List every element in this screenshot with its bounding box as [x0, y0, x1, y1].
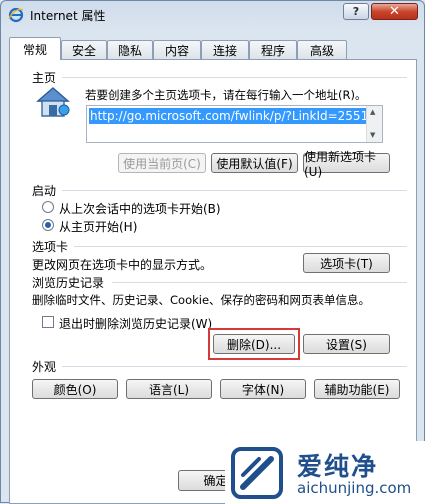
- home-url-textarea[interactable]: http://go.microsoft.com/fwlink/p/?LinkId…: [86, 105, 383, 143]
- tab-programs[interactable]: 程序: [249, 40, 297, 59]
- home-divider: [62, 77, 407, 78]
- home-house-icon: [36, 87, 70, 117]
- title-bar[interactable]: Internet 属性 ? ✕: [1, 1, 424, 29]
- history-settings-button[interactable]: 设置(S): [303, 334, 390, 354]
- use-default-button[interactable]: 使用默认值(F): [211, 153, 298, 173]
- colors-button[interactable]: 颜色(O): [32, 379, 118, 399]
- scroll-down-icon[interactable]: ▼: [370, 131, 375, 139]
- internet-options-window: Internet 属性 ? ✕ 常规 安全 隐私 内容 连接 程序 高级 主页 …: [0, 0, 425, 504]
- languages-button[interactable]: 语言(L): [126, 379, 212, 399]
- tab-connections[interactable]: 连接: [201, 40, 249, 59]
- tab-privacy[interactable]: 隐私: [107, 40, 153, 59]
- startup-divider: [62, 190, 407, 191]
- fonts-button[interactable]: 字体(N): [220, 379, 306, 399]
- watermark-logo: 爱纯净 aichunjing.com: [225, 441, 425, 504]
- home-group-label: 主页: [32, 71, 57, 85]
- brand-logo-icon: [231, 447, 283, 499]
- startup-home-label[interactable]: 从主页开始(H): [59, 218, 137, 235]
- tabs-settings-button[interactable]: 选项卡(T): [303, 253, 390, 273]
- brand-name-en: aichunjing.com: [297, 479, 412, 497]
- internet-explorer-icon: [8, 7, 24, 23]
- startup-last-session-label[interactable]: 从上次会话中的选项卡开始(B): [59, 200, 221, 217]
- history-divider: [112, 282, 407, 283]
- use-new-tab-button[interactable]: 使用新选项卡(U): [303, 150, 390, 179]
- history-group-label: 浏览历史记录: [32, 276, 105, 290]
- home-description: 若要创建多个主页选项卡，请在每行输入一个地址(R)。: [85, 88, 367, 102]
- delete-on-exit-label[interactable]: 退出时删除浏览历史记录(W): [59, 315, 212, 332]
- help-icon: ?: [352, 5, 360, 18]
- tabs-group-label: 选项卡: [32, 240, 69, 254]
- close-button[interactable]: ✕: [371, 3, 418, 20]
- delete-on-exit-checkbox[interactable]: [42, 316, 54, 328]
- history-description: 删除临时文件、历史记录、Cookie、保存的密码和网页表单信息。: [32, 293, 371, 307]
- general-panel: 主页 若要创建多个主页选项卡，请在每行输入一个地址(R)。 http://go.…: [9, 59, 417, 504]
- close-icon: ✕: [389, 4, 400, 19]
- tab-strip: 常规 安全 隐私 内容 连接 程序 高级: [9, 37, 417, 60]
- window-title: Internet 属性: [30, 9, 106, 23]
- tab-security[interactable]: 安全: [61, 40, 107, 59]
- appearance-group-label: 外观: [32, 360, 57, 374]
- help-button[interactable]: ?: [343, 3, 369, 20]
- home-url-scrollbar[interactable]: ▲ ▼: [366, 106, 382, 142]
- brand-name-cn: 爱纯净: [297, 452, 379, 481]
- tab-content[interactable]: 内容: [153, 40, 201, 59]
- tabs-divider: [74, 246, 407, 247]
- tab-advanced[interactable]: 高级: [297, 40, 347, 59]
- delete-history-button[interactable]: 删除(D)...: [213, 334, 295, 354]
- startup-last-session-radio[interactable]: [42, 201, 54, 213]
- use-current-page-button[interactable]: 使用当前页(C): [118, 153, 206, 173]
- startup-home-radio[interactable]: [42, 219, 54, 231]
- home-url-text: http://go.microsoft.com/fwlink/p/?LinkId…: [89, 108, 370, 124]
- appearance-divider: [62, 366, 407, 367]
- tabs-description: 更改网页在选项卡中的显示方式。: [32, 258, 213, 272]
- startup-group-label: 启动: [32, 184, 57, 198]
- scroll-up-icon[interactable]: ▲: [370, 108, 375, 116]
- dialog-content: 常规 安全 隐私 内容 连接 程序 高级 主页 若要创建多个主页选项卡，请在每行…: [9, 37, 417, 504]
- tab-general[interactable]: 常规: [9, 37, 61, 60]
- accessibility-button[interactable]: 辅助功能(E): [314, 379, 400, 399]
